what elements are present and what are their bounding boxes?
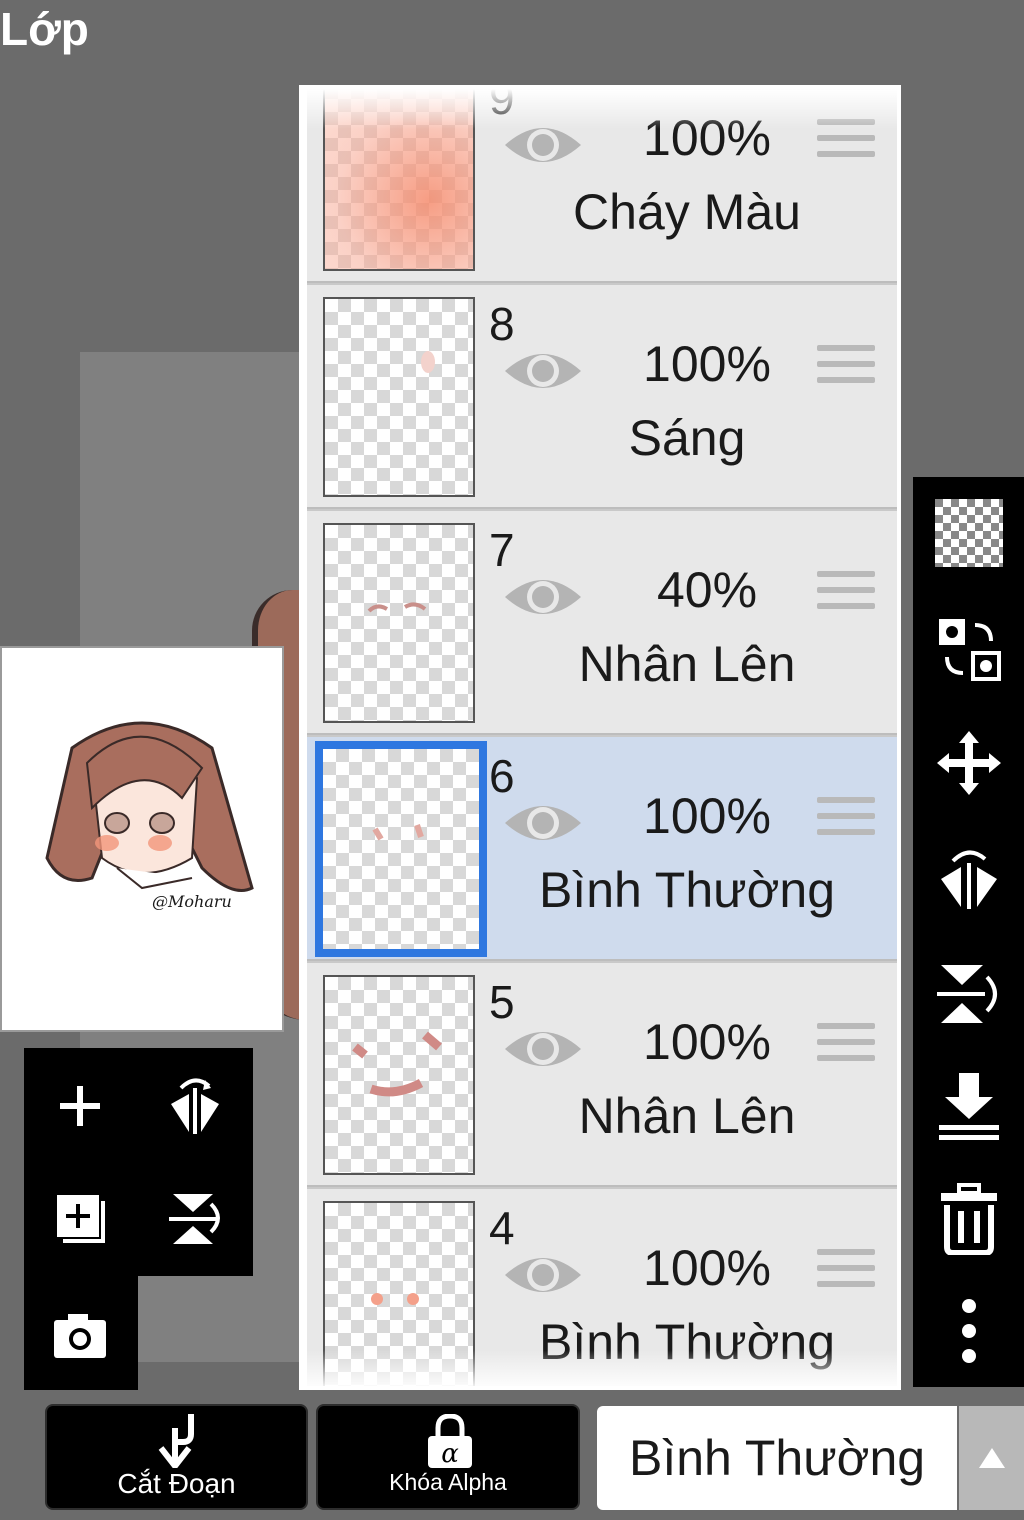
right-toolbar bbox=[913, 477, 1024, 1387]
scroll-fade-bottom bbox=[307, 1350, 897, 1386]
layer-thumbnail[interactable] bbox=[323, 297, 475, 497]
lock-icon: α bbox=[428, 1414, 472, 1469]
drag-handle-icon[interactable] bbox=[817, 1249, 875, 1297]
drag-handle-icon[interactable] bbox=[817, 571, 875, 619]
add-layer-icon[interactable] bbox=[40, 1066, 120, 1146]
layer-opacity[interactable]: 100% bbox=[597, 335, 817, 393]
swap-icon[interactable] bbox=[931, 611, 1007, 687]
scroll-fade-top bbox=[307, 89, 897, 129]
layer-opacity[interactable]: 100% bbox=[597, 787, 817, 845]
more-icon[interactable] bbox=[931, 1293, 1007, 1369]
eye-icon[interactable] bbox=[503, 1021, 583, 1081]
clipping-label: Cắt Đoạn bbox=[117, 1468, 236, 1499]
clipping-button[interactable]: Cắt Đoạn bbox=[45, 1404, 308, 1510]
clip-arrow-icon bbox=[158, 1414, 194, 1468]
blend-mode-select[interactable]: Bình Thường bbox=[597, 1406, 957, 1510]
canvas-preview[interactable]: @Moharu bbox=[0, 646, 284, 1032]
layer-row[interactable]: 6 100% Bình Thường bbox=[307, 737, 897, 961]
flip-vertical-icon[interactable] bbox=[931, 955, 1007, 1031]
triangle-up-icon bbox=[978, 1448, 1005, 1468]
flip-horizontal-icon[interactable] bbox=[931, 841, 1007, 917]
move-icon[interactable] bbox=[931, 725, 1007, 801]
layer-blend-mode: Sáng bbox=[628, 410, 746, 466]
drag-handle-icon[interactable] bbox=[817, 345, 875, 393]
layers-panel[interactable]: 9100%Cháy Màu8100%Sáng740%Nhân Lên6100%B… bbox=[299, 85, 901, 1390]
eye-icon[interactable] bbox=[503, 795, 583, 855]
layer-blend-mode: Cháy Màu bbox=[573, 184, 801, 240]
eye-icon[interactable] bbox=[503, 343, 583, 403]
layer-opacity[interactable]: 40% bbox=[597, 561, 817, 619]
layer-thumbnail[interactable] bbox=[315, 741, 487, 957]
trash-icon[interactable] bbox=[931, 1181, 1007, 1257]
camera-icon[interactable] bbox=[40, 1296, 120, 1376]
transparency-icon[interactable] bbox=[931, 495, 1007, 571]
layer-row[interactable]: 7 40% Nhân Lên bbox=[307, 511, 897, 735]
eye-icon[interactable] bbox=[503, 569, 583, 629]
signature: @Moharu bbox=[152, 892, 232, 911]
layer-row[interactable]: 5 100% Nhân Lên bbox=[307, 963, 897, 1187]
drag-handle-icon[interactable] bbox=[817, 1023, 875, 1071]
svg-text:α: α bbox=[441, 1439, 459, 1469]
duplicate-layer-icon[interactable] bbox=[40, 1178, 120, 1258]
merge-down-icon[interactable] bbox=[931, 1067, 1007, 1143]
layer-blend-mode: Bình Thường bbox=[538, 862, 836, 918]
alpha-lock-label: Khóa Alpha bbox=[389, 1469, 507, 1495]
layer-opacity[interactable]: 100% bbox=[597, 1013, 817, 1071]
layer-list[interactable]: 9100%Cháy Màu8100%Sáng740%Nhân Lên6100%B… bbox=[307, 89, 897, 1386]
flip-vertical-icon[interactable] bbox=[155, 1178, 235, 1258]
layer-blend-mode: Nhân Lên bbox=[578, 1088, 796, 1144]
layer-row[interactable]: 8 100% Sáng bbox=[307, 285, 897, 509]
flip-horizontal-icon[interactable] bbox=[155, 1066, 235, 1146]
layer-blend-mode: Nhân Lên bbox=[578, 636, 796, 692]
blend-mode-dropdown-button[interactable] bbox=[959, 1406, 1024, 1510]
layer-thumbnail[interactable] bbox=[323, 975, 475, 1175]
layer-thumbnail[interactable] bbox=[323, 523, 475, 723]
artwork-preview-image bbox=[45, 721, 254, 892]
drag-handle-icon[interactable] bbox=[817, 797, 875, 845]
alpha-lock-button[interactable]: α Khóa Alpha bbox=[316, 1404, 580, 1510]
eye-icon[interactable] bbox=[503, 1247, 583, 1307]
layer-opacity[interactable]: 100% bbox=[597, 1239, 817, 1297]
page-title: Lớp bbox=[0, 3, 89, 55]
